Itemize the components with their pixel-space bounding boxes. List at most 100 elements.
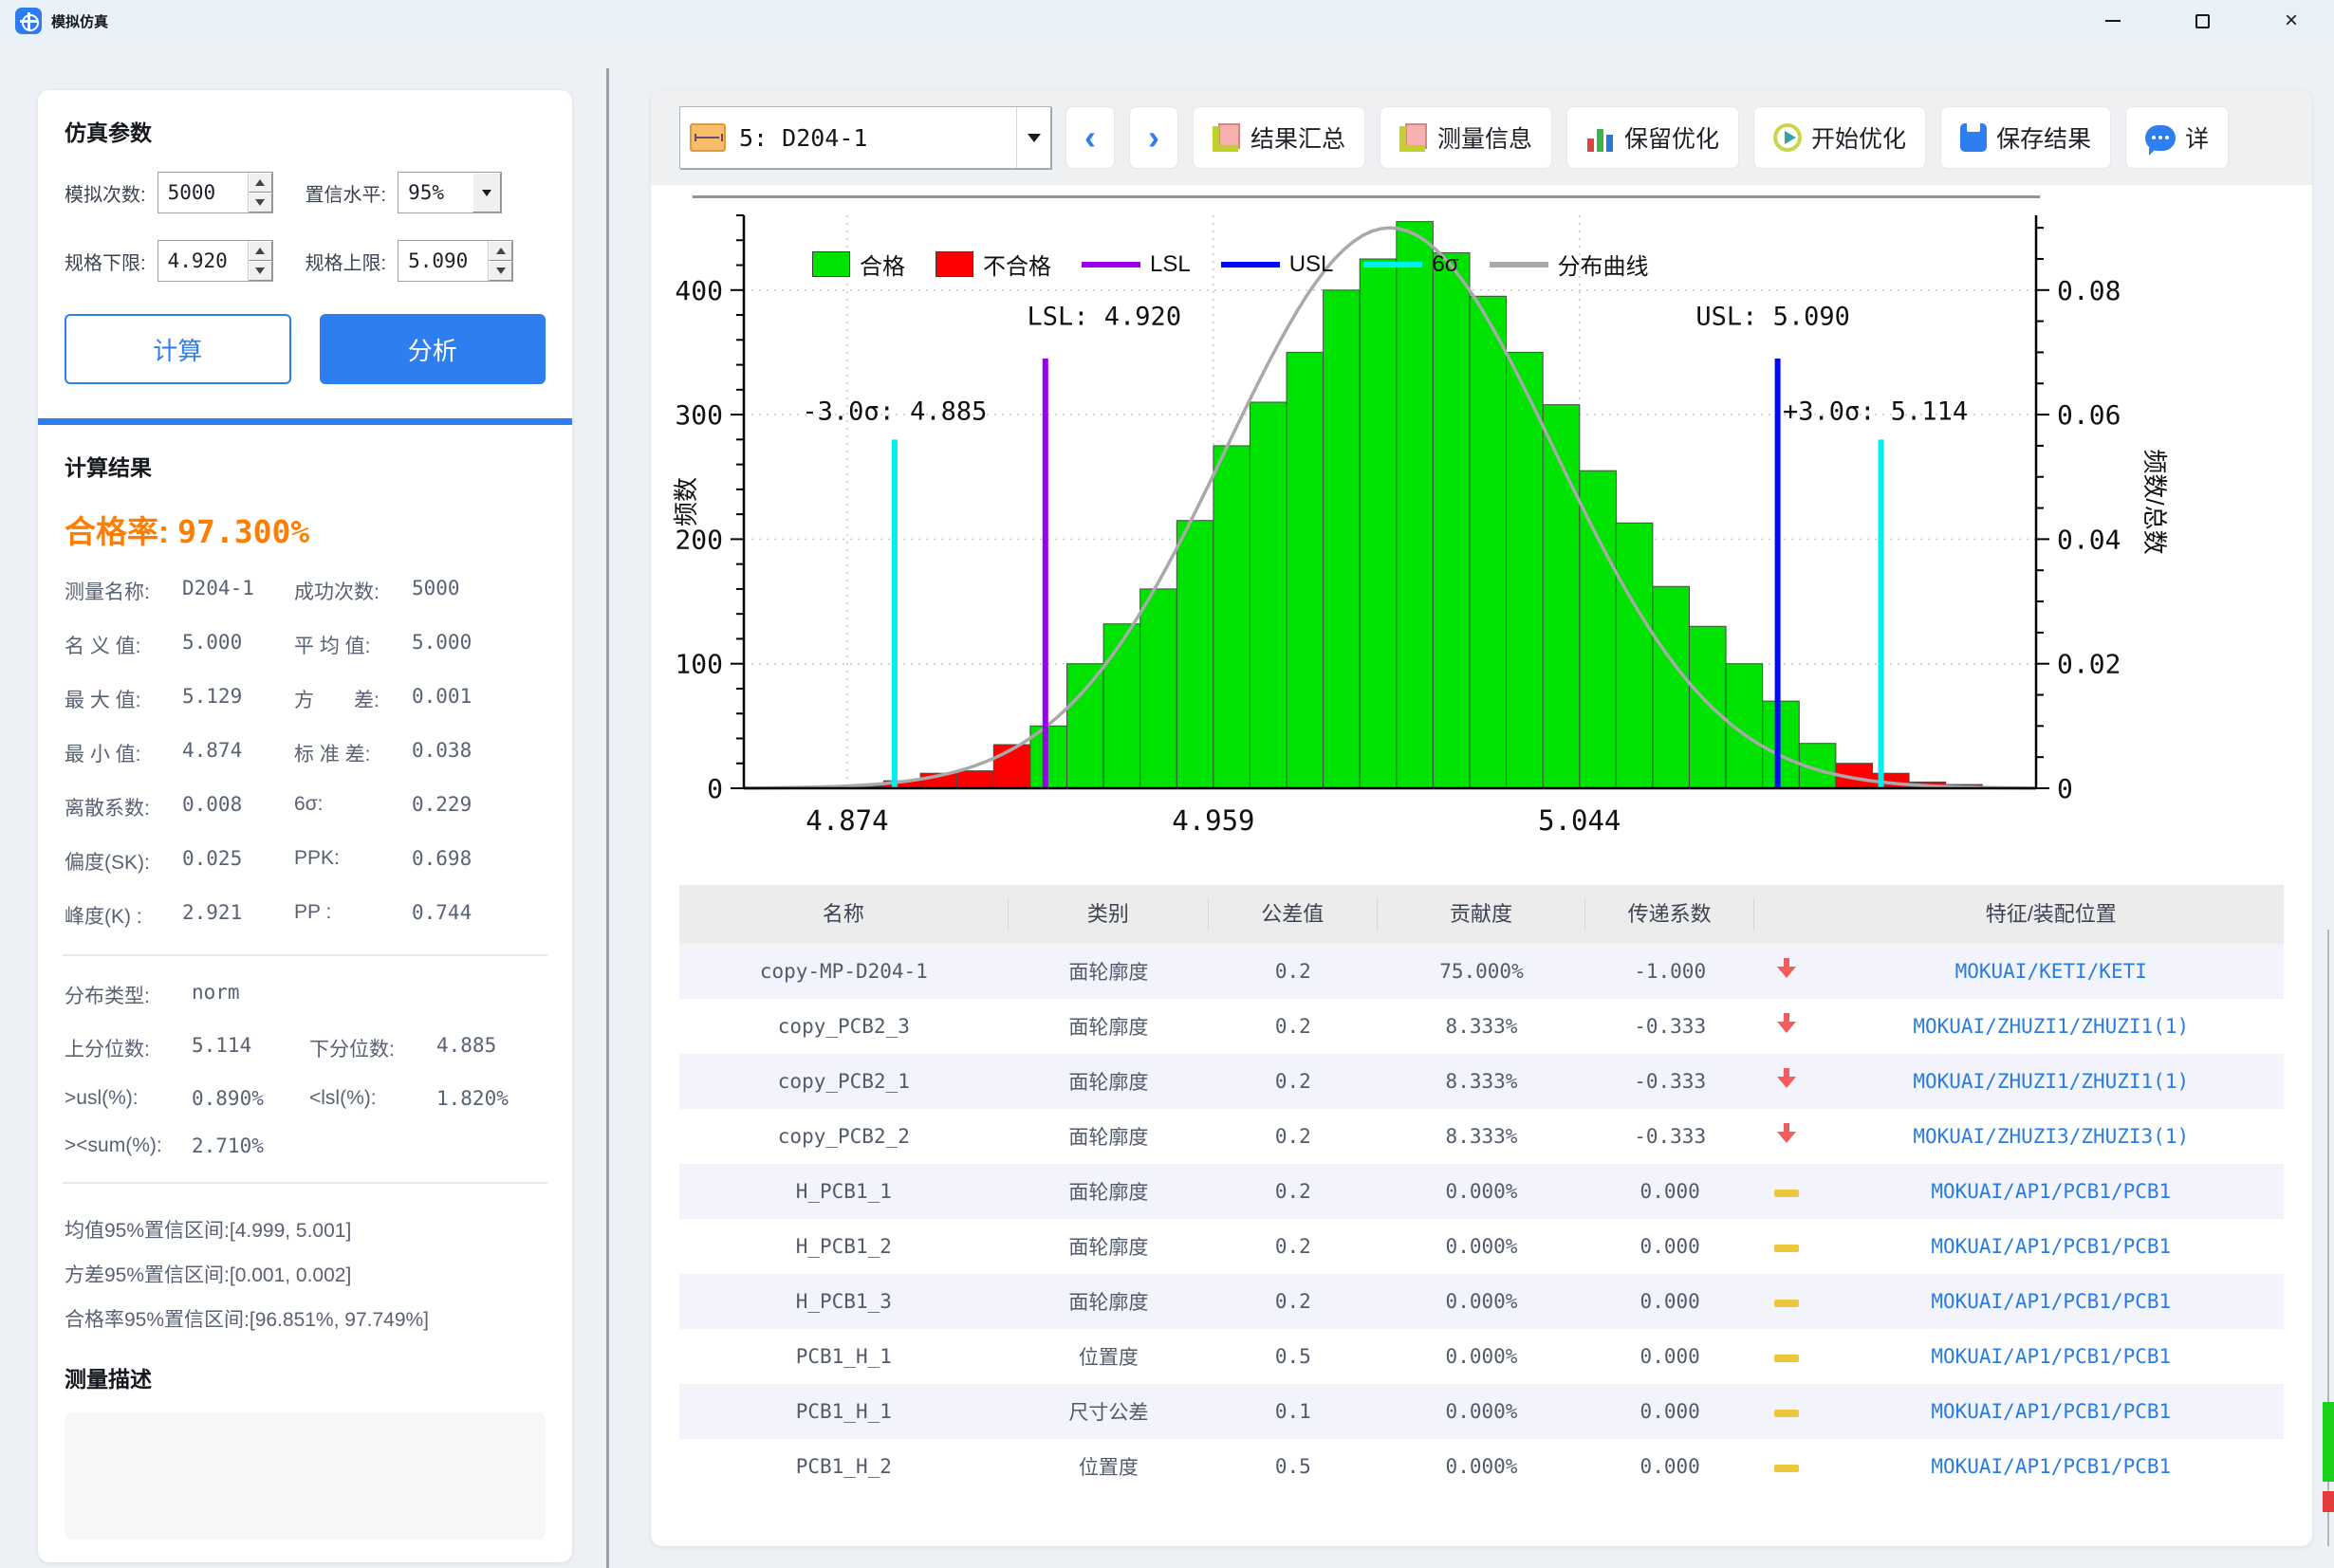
spin-up-icon <box>255 248 265 254</box>
close-button[interactable]: × <box>2277 7 2306 35</box>
cell-name: copy_PCB2_3 <box>679 1015 1009 1038</box>
toolbar-button-keep-optimize[interactable]: 保留优化 <box>1566 106 1739 169</box>
minimize-button[interactable] <box>2099 7 2127 35</box>
spin-down-button[interactable] <box>489 261 512 281</box>
table-row[interactable]: copy-MP-D204-1面轮廓度0.275.000%-1.000MOKUAI… <box>679 944 2284 999</box>
pass-rate-value: 97.300% <box>177 513 309 550</box>
down-arrow-icon <box>1777 1013 1796 1034</box>
toolbar-button-save-result[interactable]: 保存结果 <box>1940 106 2111 169</box>
histogram-svg: LSL: 4.920USL: 5.090-3.0σ: 4.885+3.0σ: 5… <box>670 204 2173 868</box>
analyze-button[interactable]: 分析 <box>320 314 546 384</box>
maximize-button[interactable] <box>2188 7 2216 35</box>
stat-label: 方 差: <box>294 685 406 713</box>
cell-tolerance: 0.2 <box>1209 1180 1378 1203</box>
table-row[interactable]: H_PCB1_1面轮廓度0.20.000%0.000MOKUAI/AP1/PCB… <box>679 1164 2284 1219</box>
sim-count-input[interactable] <box>158 173 248 212</box>
stat-label: 上分位数: <box>65 1034 188 1062</box>
calculate-button[interactable]: 计算 <box>65 314 291 384</box>
vertical-splitter[interactable] <box>606 68 609 1568</box>
measurement-description-input[interactable] <box>65 1412 546 1540</box>
spin-up-button[interactable] <box>249 241 272 261</box>
legend-label: 合格 <box>860 248 905 281</box>
cell-tolerance: 0.1 <box>1209 1400 1378 1423</box>
table-row[interactable]: PCB1_H_1尺寸公差0.10.000%0.000MOKUAI/AP1/PCB… <box>679 1384 2284 1439</box>
cell-tolerance: 0.2 <box>1209 1070 1378 1093</box>
svg-text:LSL: 4.920: LSL: 4.920 <box>1028 303 1182 332</box>
cell-trend <box>1754 1123 1819 1150</box>
confidence-select[interactable]: 95% <box>398 172 502 213</box>
clipped-red-fragment <box>2323 1491 2334 1512</box>
cell-tolerance: 0.2 <box>1209 960 1378 983</box>
legend-swatch <box>1082 262 1140 267</box>
cell-feature-path[interactable]: MOKUAI/AP1/PCB1/PCB1 <box>1819 1180 2284 1203</box>
next-measurement-button[interactable]: › <box>1129 106 1178 169</box>
toolbar-button-report-summary[interactable]: 结果汇总 <box>1193 106 1365 169</box>
sim-count-stepper[interactable] <box>157 172 273 213</box>
clipped-green-fragment <box>2323 1402 2334 1482</box>
table-row[interactable]: PCB1_H_1位置度0.50.000%0.000MOKUAI/AP1/PCB1… <box>679 1329 2284 1384</box>
stat-label: 测量名称: <box>65 577 176 605</box>
svg-text:0: 0 <box>2057 773 2073 804</box>
table-row[interactable]: H_PCB1_3面轮廓度0.20.000%0.000MOKUAI/AP1/PCB… <box>679 1274 2284 1329</box>
cell-type: 面轮廓度 <box>1009 1012 1209 1041</box>
lsl-input[interactable] <box>158 241 248 281</box>
stat-value <box>436 981 546 1009</box>
cell-feature-path[interactable]: MOKUAI/AP1/PCB1/PCB1 <box>1819 1290 2284 1313</box>
cell-feature-path[interactable]: MOKUAI/ZHUZI1/ZHUZI1(1) <box>1819 1015 2284 1038</box>
legend-swatch <box>935 251 973 277</box>
cell-feature-path[interactable]: MOKUAI/AP1/PCB1/PCB1 <box>1819 1235 2284 1258</box>
statistics-grid: 测量名称:D204-1成功次数:5000名 义 值:5.000平 均 值:5.0… <box>65 577 546 930</box>
stat-value: 5000 <box>412 577 546 605</box>
spin-down-button[interactable] <box>249 261 272 281</box>
table-row[interactable]: copy_PCB2_3面轮廓度0.28.333%-0.333MOKUAI/ZHU… <box>679 999 2284 1054</box>
cell-tolerance: 0.5 <box>1209 1345 1378 1368</box>
usl-stepper[interactable] <box>398 240 513 282</box>
confidence-value: 95% <box>398 181 472 204</box>
svg-text:5.044: 5.044 <box>1538 804 1621 837</box>
prev-measurement-button[interactable]: ‹ <box>1065 106 1115 169</box>
cell-feature-path[interactable]: MOKUAI/AP1/PCB1/PCB1 <box>1819 1455 2284 1478</box>
stat-value: 5.000 <box>182 631 288 659</box>
confidence-interval-line: 合格率95%置信区间:[96.851%, 97.749%] <box>65 1298 546 1342</box>
svg-text:400: 400 <box>675 275 723 306</box>
toolbar-button-chat[interactable]: 详 <box>2125 106 2229 169</box>
column-header: 传递系数 <box>1585 898 1754 931</box>
cell-name: copy-MP-D204-1 <box>679 960 1009 983</box>
spin-down-icon <box>255 199 265 206</box>
spin-down-button[interactable] <box>249 193 272 212</box>
cell-coefficient: 0.000 <box>1585 1290 1754 1313</box>
spin-up-button[interactable] <box>489 241 512 261</box>
cell-feature-path[interactable]: MOKUAI/AP1/PCB1/PCB1 <box>1819 1345 2284 1368</box>
lsl-stepper[interactable] <box>157 240 273 282</box>
dropdown-button[interactable] <box>472 173 501 212</box>
stat-label: 峰度(K) : <box>65 901 176 930</box>
stat-label: 6σ: <box>294 793 406 821</box>
toolbar-button-start-optimize[interactable]: 开始优化 <box>1753 106 1926 169</box>
cell-trend <box>1754 1068 1819 1095</box>
measurement-select-dropdown[interactable] <box>1016 107 1050 168</box>
cell-coefficient: -0.333 <box>1585 1015 1754 1038</box>
cell-feature-path[interactable]: MOKUAI/AP1/PCB1/PCB1 <box>1819 1400 2284 1423</box>
table-row[interactable]: copy_PCB2_2面轮廓度0.28.333%-0.333MOKUAI/ZHU… <box>679 1109 2284 1164</box>
chat-icon <box>2145 125 2176 151</box>
cell-coefficient: -1.000 <box>1585 960 1754 983</box>
cell-contribution: 0.000% <box>1378 1290 1586 1313</box>
cell-feature-path[interactable]: MOKUAI/ZHUZI3/ZHUZI3(1) <box>1819 1125 2284 1148</box>
dash-icon <box>1774 1245 1799 1252</box>
cell-feature-path[interactable]: MOKUAI/ZHUZI1/ZHUZI1(1) <box>1819 1070 2284 1093</box>
contribution-table: 名称类别公差值贡献度传递系数特征/装配位置 copy-MP-D204-1面轮廓度… <box>679 885 2284 1494</box>
table-row[interactable]: PCB1_H_2位置度0.50.000%0.000MOKUAI/AP1/PCB1… <box>679 1439 2284 1494</box>
spin-up-button[interactable] <box>249 173 272 193</box>
toolbar-button-measure-info[interactable]: 测量信息 <box>1380 106 1552 169</box>
table-row[interactable]: H_PCB1_2面轮廓度0.20.000%0.000MOKUAI/AP1/PCB… <box>679 1219 2284 1274</box>
stat-label: 名 义 值: <box>65 631 176 659</box>
cell-coefficient: 0.000 <box>1585 1345 1754 1368</box>
column-header: 公差值 <box>1209 898 1378 931</box>
table-row[interactable]: copy_PCB2_1面轮廓度0.28.333%-0.333MOKUAI/ZHU… <box>679 1054 2284 1109</box>
usl-input[interactable] <box>398 241 488 281</box>
horizontal-splitter[interactable] <box>693 195 2040 198</box>
cell-feature-path[interactable]: MOKUAI/KETI/KETI <box>1819 960 2284 983</box>
title-bar: 模拟仿真 × <box>0 0 2334 42</box>
measurement-select[interactable]: 5: D204-1 <box>679 106 1051 169</box>
cell-tolerance: 0.2 <box>1209 1015 1378 1038</box>
